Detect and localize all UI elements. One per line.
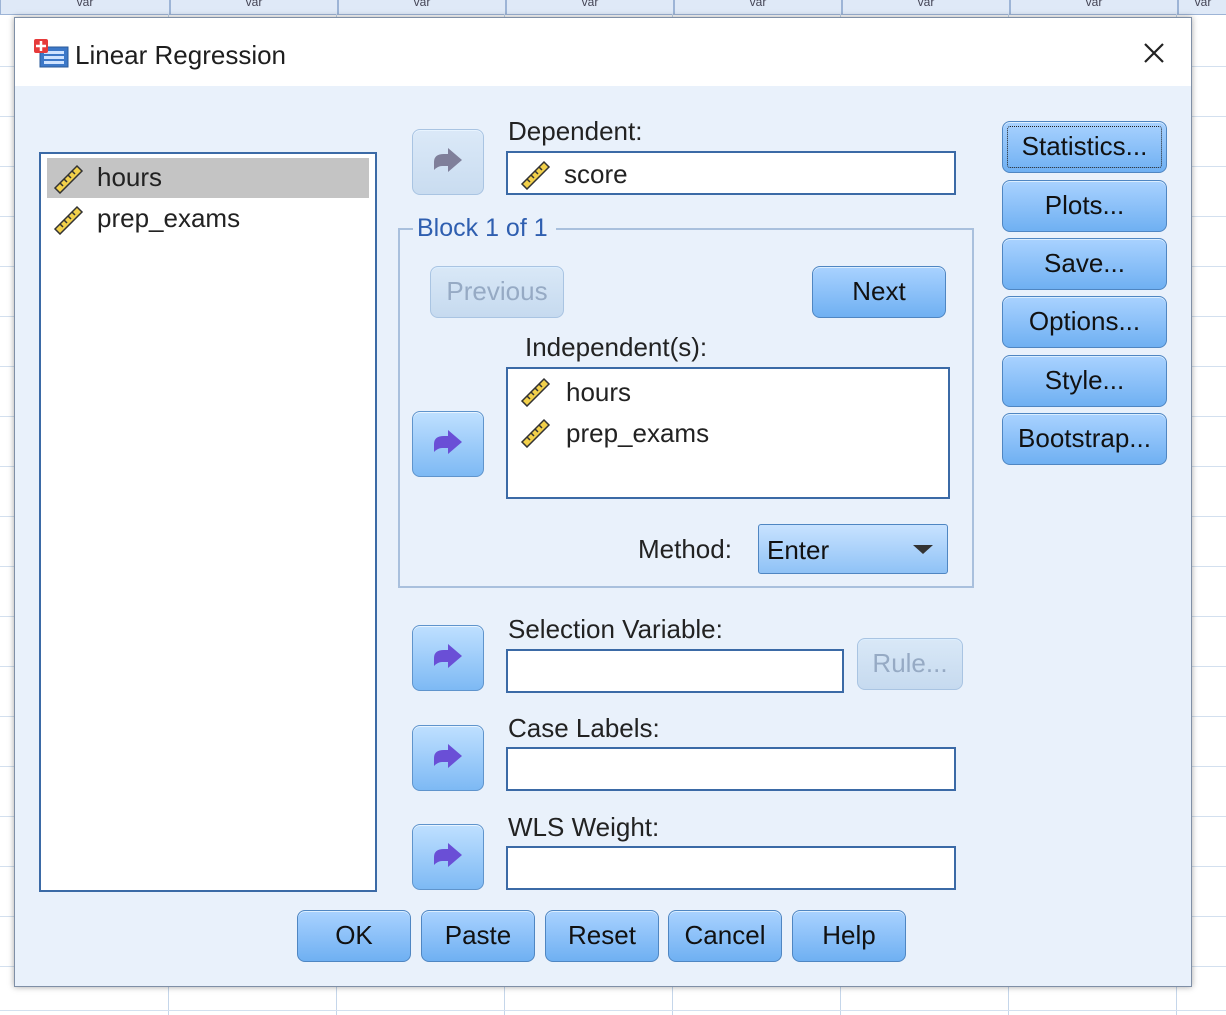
style-button[interactable]: Style... [1002,355,1167,407]
variable-name: hours [97,162,163,192]
linear-regression-dialog: Linear Regression hours prep_exams Depen… [14,17,1192,987]
column-header[interactable]: var [1178,0,1226,15]
bootstrap-button[interactable]: Bootstrap... [1002,413,1167,465]
list-item[interactable]: prep_exams [47,199,369,239]
cancel-button[interactable]: Cancel [668,910,782,962]
variable-name: hours [566,377,632,407]
statistics-button[interactable]: Statistics... [1002,121,1167,173]
dialog-title: Linear Regression [75,40,287,70]
column-header[interactable]: var [338,0,506,15]
method-value: Enter [767,535,830,565]
plots-button[interactable]: Plots... [1002,180,1167,232]
move-to-case-labels-button[interactable] [412,725,484,791]
column-header[interactable]: var [674,0,842,15]
move-to-selection-variable-button[interactable] [412,625,484,691]
selection-variable-label: Selection Variable: [508,614,723,644]
scale-ruler-icon [520,377,551,407]
arrow-right-icon [434,744,462,768]
independents-list[interactable]: hours prep_exams [506,367,950,499]
column-header[interactable]: var [506,0,674,15]
reset-button[interactable]: Reset [545,910,659,962]
arrow-right-icon [434,644,462,668]
arrow-right-icon [434,430,462,454]
source-variable-list[interactable]: hours prep_exams [39,152,377,892]
scale-ruler-icon [520,418,551,448]
scale-ruler-icon [53,164,84,194]
case-labels-label: Case Labels: [508,713,660,743]
save-button[interactable]: Save... [1002,238,1167,290]
next-button[interactable]: Next [812,266,946,318]
spss-dialog-icon [34,39,69,68]
wls-weight-field[interactable] [506,846,956,890]
dependent-value: score [564,159,628,189]
method-label: Method: [638,534,732,564]
arrow-right-icon [434,148,462,172]
block-legend: Block 1 of 1 [413,214,556,243]
list-item[interactable]: hours [47,158,369,198]
method-dropdown[interactable]: Enter [758,524,948,574]
selection-variable-field[interactable] [506,649,844,693]
close-icon[interactable] [1135,34,1173,72]
column-header[interactable]: var [0,0,170,15]
variable-name: prep_exams [566,418,710,448]
scale-ruler-icon [53,205,84,235]
arrow-right-icon [434,843,462,867]
paste-button[interactable]: Paste [421,910,535,962]
move-to-wls-weight-button[interactable] [412,824,484,890]
variable-name: prep_exams [97,203,241,233]
list-item[interactable]: prep_exams [518,414,938,454]
column-header[interactable]: var [1010,0,1178,15]
column-header[interactable]: var [842,0,1010,15]
case-labels-field[interactable] [506,747,956,791]
dependent-field[interactable]: score [506,151,956,195]
dependent-label: Dependent: [508,116,643,146]
rule-button[interactable]: Rule... [857,638,963,690]
move-to-independents-button[interactable] [412,411,484,477]
move-to-dependent-button[interactable] [412,129,484,195]
list-item[interactable]: hours [518,373,938,413]
scale-ruler-icon [520,160,551,190]
column-header[interactable]: var [170,0,338,15]
help-button[interactable]: Help [792,910,906,962]
chevron-down-icon [913,545,933,554]
previous-button[interactable]: Previous [430,266,564,318]
title-bar[interactable]: Linear Regression [15,18,1191,86]
wls-weight-label: WLS Weight: [508,812,660,842]
options-button[interactable]: Options... [1002,296,1167,348]
independents-label: Independent(s): [525,332,708,362]
ok-button[interactable]: OK [297,910,411,962]
